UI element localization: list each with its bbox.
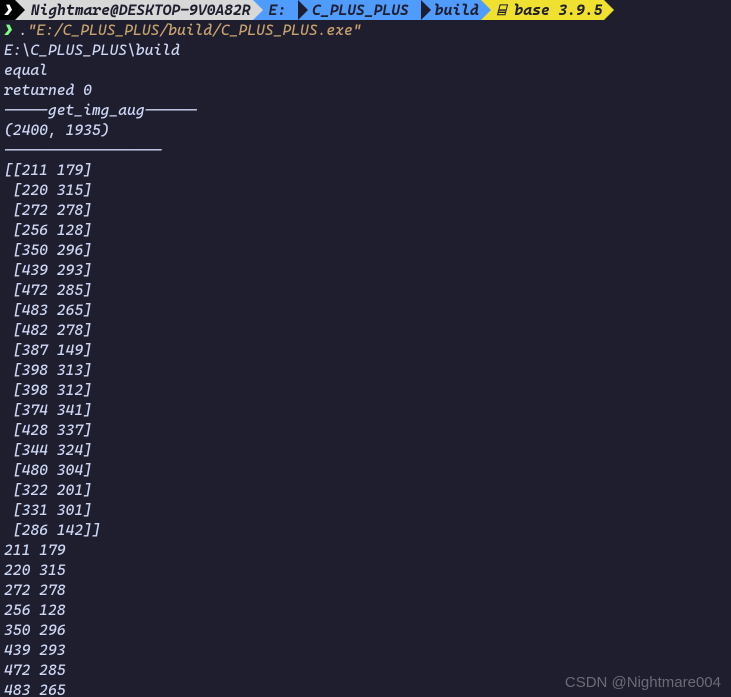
output-line: [256 128] <box>4 220 731 240</box>
output-line: 272 278 <box>4 580 731 600</box>
output-line: [480 304] <box>4 460 731 480</box>
output-line: (2400, 1935) <box>4 120 731 140</box>
output-line: 211 179 <box>4 540 731 560</box>
output-line: [472 285] <box>4 280 731 300</box>
breadcrumb-dir2-text: build <box>435 0 479 20</box>
breadcrumb-dir1: C_PLUS_PLUS <box>288 0 411 20</box>
output-line: 350 296 <box>4 620 731 640</box>
command-text: "E:/C_PLUS_PLUS/build/C_PLUS_PLUS.exe" <box>28 20 362 40</box>
output-line: ------------------ <box>4 140 731 160</box>
breadcrumb-host: Nightmare@DESKTOP-9V0A82R <box>15 0 253 20</box>
output-line: [344 324] <box>4 440 731 460</box>
breadcrumb-caret: ❯ <box>0 0 15 20</box>
output-line: [428 337] <box>4 420 731 440</box>
output-line: [439 293] <box>4 260 731 280</box>
breadcrumb-dir2: build <box>411 0 481 20</box>
breadcrumb-env-text: ⌸ base 3.9.5 <box>497 0 603 20</box>
output-line: 220 315 <box>4 560 731 580</box>
output-line: [[211 179] <box>4 160 731 180</box>
output-line: [322 201] <box>4 480 731 500</box>
breadcrumb-drive-text: E: <box>269 0 287 20</box>
output-line: [220 315] <box>4 180 731 200</box>
output-line: E:\C_PLUS_PLUS\build <box>4 40 731 60</box>
output-line: [286 142]] <box>4 520 731 540</box>
output-line: [398 313] <box>4 360 731 380</box>
output-line: 439 293 <box>4 640 731 660</box>
output-line: [374 341] <box>4 400 731 420</box>
output-line: [387 149] <box>4 340 731 360</box>
breadcrumb-dir1-text: C_PLUS_PLUS <box>312 0 409 20</box>
caret-icon: ❯ <box>4 0 13 20</box>
breadcrumb: ❯ Nightmare@DESKTOP-9V0A82R E: C_PLUS_PL… <box>0 0 731 20</box>
output-line: 256 128 <box>4 600 731 620</box>
output-line: [482 278] <box>4 320 731 340</box>
output-line: -----get_img_aug------ <box>4 100 731 120</box>
prompt-dot: . <box>19 20 28 40</box>
terminal-output: E:\C_PLUS_PLUS\buildequalreturned 0-----… <box>0 40 731 697</box>
output-line: [331 301] <box>4 500 731 520</box>
output-line: returned 0 <box>4 80 731 100</box>
breadcrumb-host-text: Nightmare@DESKTOP-9V0A82R <box>31 0 251 20</box>
prompt-line[interactable]: ❯ . "E:/C_PLUS_PLUS/build/C_PLUS_PLUS.ex… <box>0 20 731 40</box>
output-line: [483 265] <box>4 300 731 320</box>
watermark: CSDN @Nightmare004 <box>565 673 721 693</box>
prompt-caret-icon: ❯ <box>0 20 19 40</box>
breadcrumb-env: ⌸ base 3.9.5 <box>481 0 605 20</box>
output-line: equal <box>4 60 731 80</box>
output-line: [398 312] <box>4 380 731 400</box>
output-line: [272 278] <box>4 200 731 220</box>
output-line: [350 296] <box>4 240 731 260</box>
